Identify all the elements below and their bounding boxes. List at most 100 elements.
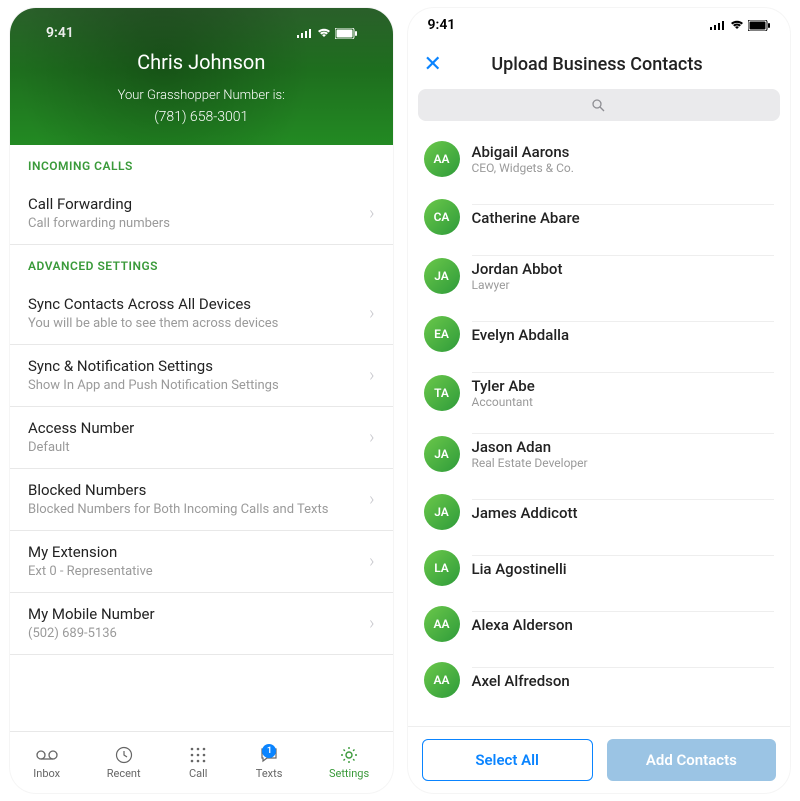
tab-label: Inbox xyxy=(33,767,60,780)
profile-header: 9:41 Chris Johnson Your Grasshopper Numb… xyxy=(10,8,393,145)
row-blocked-numbers[interactable]: Blocked Numbers Blocked Numbers for Both… xyxy=(10,469,393,531)
tab-settings[interactable]: Settings xyxy=(329,746,369,780)
row-call-forwarding[interactable]: Call Forwarding Call forwarding numbers … xyxy=(10,183,393,245)
user-name: Chris Johnson xyxy=(26,50,377,74)
contact-row[interactable]: AA Abigail AaronsCEO, Widgets & Co. xyxy=(408,129,791,189)
contacts-list[interactable]: AA Abigail AaronsCEO, Widgets & Co. CA Cath… xyxy=(408,127,791,726)
number-label: Your Grasshopper Number is: xyxy=(26,88,377,103)
tab-texts[interactable]: 1 Texts xyxy=(256,746,283,780)
avatar: AA xyxy=(424,606,460,642)
signal-icon xyxy=(710,20,726,30)
tab-inbox[interactable]: Inbox xyxy=(33,746,60,780)
contact-row[interactable]: JA Jason AdanReal Estate Developer xyxy=(408,423,791,484)
section-advanced-settings: ADVANCED SETTINGS xyxy=(10,245,393,283)
tab-label: Call xyxy=(189,767,208,780)
contact-role: Accountant xyxy=(472,395,775,409)
contact-name: Lia Agostinelli xyxy=(472,560,775,578)
upload-contacts-screen: 9:41 ✕ Upload Business Contacts AA Abigai… xyxy=(408,8,791,793)
row-my-extension[interactable]: My Extension Ext 0 - Representative › xyxy=(10,531,393,593)
row-title: Blocked Numbers xyxy=(28,481,369,499)
row-title: My Extension xyxy=(28,543,369,561)
gear-icon xyxy=(338,746,360,764)
contact-body: Catherine Abare xyxy=(472,204,775,231)
contact-row[interactable]: AAAxel Alfredson xyxy=(408,652,791,708)
select-all-button[interactable]: Select All xyxy=(422,739,593,781)
bottom-bar: Select All Add Contacts xyxy=(408,726,791,793)
avatar: TA xyxy=(424,375,460,411)
tab-recent[interactable]: Recent xyxy=(107,746,141,780)
chevron-right-icon: › xyxy=(369,365,374,386)
row-subtitle: You will be able to see them across devi… xyxy=(28,316,369,331)
wifi-icon xyxy=(317,28,331,38)
status-time: 9:41 xyxy=(46,25,74,41)
tab-bar: Inbox Recent Call 1 Texts Settings xyxy=(10,731,393,793)
section-incoming-calls: INCOMING CALLS xyxy=(10,145,393,183)
contact-name: Jordan Abbot xyxy=(472,260,775,278)
search-input[interactable] xyxy=(418,89,781,121)
contact-body: Alexa Alderson xyxy=(472,611,775,638)
contact-name: Tyler Abe xyxy=(472,377,775,395)
avatar: JA xyxy=(424,494,460,530)
row-sync-notifications[interactable]: Sync & Notification Settings Show In App… xyxy=(10,345,393,407)
chevron-right-icon: › xyxy=(369,489,374,510)
row-subtitle: (502) 689-5136 xyxy=(28,626,369,641)
status-time: 9:41 xyxy=(428,17,456,33)
contact-row[interactable]: LALia Agostinelli xyxy=(408,540,791,596)
status-indicators xyxy=(710,20,770,31)
dialpad-icon xyxy=(187,746,209,764)
settings-list[interactable]: INCOMING CALLS Call Forwarding Call forw… xyxy=(10,145,393,731)
tab-label: Texts xyxy=(256,767,283,780)
chevron-right-icon: › xyxy=(369,427,374,448)
search-icon xyxy=(592,99,605,112)
tab-label: Settings xyxy=(329,767,369,780)
row-title: Sync Contacts Across All Devices xyxy=(28,295,369,313)
status-indicators xyxy=(297,28,357,39)
row-title: Sync & Notification Settings xyxy=(28,357,369,375)
contact-body: Abigail AaronsCEO, Widgets & Co. xyxy=(472,139,775,179)
row-subtitle: Ext 0 - Representative xyxy=(28,564,369,579)
chevron-right-icon: › xyxy=(369,551,374,572)
contact-row[interactable]: JA James Addicott xyxy=(408,484,791,540)
signal-icon xyxy=(297,28,313,38)
close-icon[interactable]: ✕ xyxy=(424,52,442,77)
avatar: JA xyxy=(424,258,460,294)
contact-body: Tyler AbeAccountant xyxy=(472,372,775,413)
contact-row[interactable]: AA Alexa Alderson xyxy=(408,596,791,652)
contact-body: Evelyn Abdalla xyxy=(472,321,775,348)
battery-icon xyxy=(748,20,770,31)
contact-role: Real Estate Developer xyxy=(472,456,775,470)
avatar: JA xyxy=(424,436,460,472)
add-contacts-button[interactable]: Add Contacts xyxy=(607,739,776,781)
contact-row[interactable]: TA Tyler AbeAccountant xyxy=(408,362,791,423)
row-title: Access Number xyxy=(28,419,369,437)
tab-label: Recent xyxy=(107,767,141,780)
contact-name: Axel Alfredson xyxy=(472,672,775,690)
contact-name: Jason Adan xyxy=(472,438,775,456)
contact-row[interactable]: CA Catherine Abare xyxy=(408,189,791,245)
contact-name: Catherine Abare xyxy=(472,209,775,227)
row-access-number[interactable]: Access Number Default › xyxy=(10,407,393,469)
contact-row[interactable]: EA Evelyn Abdalla xyxy=(408,306,791,362)
page-title: Upload Business Contacts xyxy=(442,54,752,75)
contact-body: James Addicott xyxy=(472,499,775,526)
contact-body: Jordan AbbotLawyer xyxy=(472,255,775,296)
row-subtitle: Show In App and Push Notification Settin… xyxy=(28,378,369,393)
avatar: CA xyxy=(424,199,460,235)
row-subtitle: Call forwarding numbers xyxy=(28,216,369,231)
row-sync-contacts[interactable]: Sync Contacts Across All Devices You wil… xyxy=(10,283,393,345)
row-title: My Mobile Number xyxy=(28,605,369,623)
contact-body: Axel Alfredson xyxy=(472,667,775,694)
contact-row[interactable]: JA Jordan AbbotLawyer xyxy=(408,245,791,306)
avatar: AA xyxy=(424,141,460,177)
contact-name: Alexa Alderson xyxy=(472,616,775,634)
avatar: EA xyxy=(424,316,460,352)
chevron-right-icon: › xyxy=(369,203,374,224)
tab-call[interactable]: Call xyxy=(187,746,209,780)
battery-icon xyxy=(335,28,357,39)
row-my-mobile-number[interactable]: My Mobile Number (502) 689-5136 › xyxy=(10,593,393,655)
contact-role: Lawyer xyxy=(472,278,775,292)
clock-icon xyxy=(113,746,135,764)
row-subtitle: Default xyxy=(28,440,369,455)
phone-number: (781) 658-3001 xyxy=(26,109,377,125)
contact-name: James Addicott xyxy=(472,504,775,522)
